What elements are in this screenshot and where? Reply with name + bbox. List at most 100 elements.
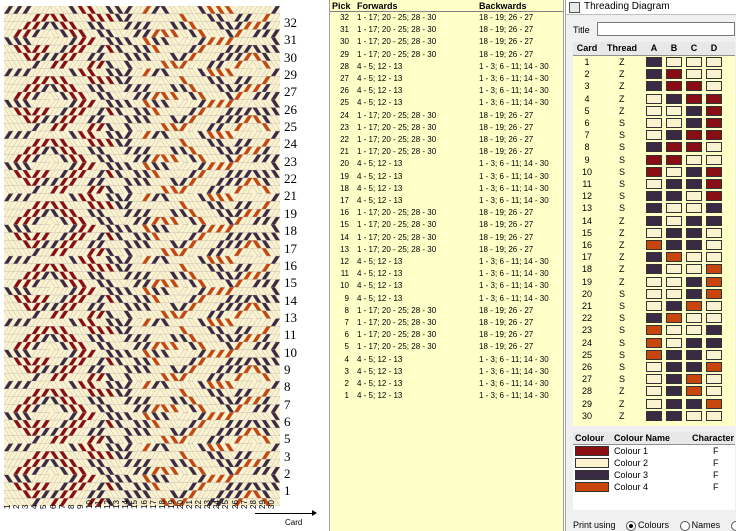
threading-row[interactable]: 2Z bbox=[573, 68, 735, 80]
threading-row[interactable]: 17 Z bbox=[573, 251, 735, 263]
colour-swatch[interactable] bbox=[575, 446, 609, 456]
hole-d-colour-cell[interactable] bbox=[706, 69, 722, 80]
sequence-row[interactable]: 10 4 - 5; 12 - 13 1 - 3; 6 - 11; 14 - 30 bbox=[330, 280, 563, 292]
thread-direction[interactable]: S bbox=[619, 166, 644, 178]
hole-a-colour-cell[interactable] bbox=[646, 398, 662, 409]
hole-d-colour-cell[interactable] bbox=[706, 301, 722, 311]
hole-d-colour-cell[interactable] bbox=[706, 240, 722, 250]
sequence-row[interactable]: 31 1 - 17; 20 - 25; 28 - 30 18 - 19; 26 - … bbox=[330, 24, 563, 36]
threading-row[interactable]: 12 S bbox=[573, 190, 735, 202]
sequence-row[interactable]: 6 1 - 17; 20 - 25; 28 - 30 18 - 19; 26 - 2… bbox=[330, 329, 563, 341]
hole-a-colour-cell[interactable] bbox=[646, 252, 662, 263]
thread-direction[interactable]: S bbox=[619, 190, 644, 202]
sequence-row[interactable]: 13 1 - 17; 20 - 25; 28 - 30 18 - 19; 26 - … bbox=[330, 244, 563, 256]
hole-b-colour-cell[interactable] bbox=[666, 57, 682, 67]
hole-a-colour-cell[interactable] bbox=[646, 142, 662, 153]
hole-a-colour-cell[interactable] bbox=[646, 105, 662, 116]
hole-a-colour-cell[interactable] bbox=[646, 179, 662, 189]
hole-a-colour-cell[interactable] bbox=[646, 349, 662, 360]
hole-d-colour-cell[interactable] bbox=[706, 154, 722, 165]
threading-row[interactable]: 26 S bbox=[573, 361, 735, 373]
hole-a-colour-cell[interactable] bbox=[646, 215, 662, 226]
colour-row[interactable]: Colour 1 F bbox=[573, 445, 735, 457]
sequence-row[interactable]: 12 4 - 5; 12 - 13 1 - 3; 6 - 11; 14 - 30 bbox=[330, 256, 563, 268]
hole-b-colour-cell[interactable] bbox=[666, 179, 682, 189]
thread-direction[interactable]: S bbox=[619, 178, 644, 190]
hole-a-colour-cell[interactable] bbox=[646, 191, 662, 202]
threading-row[interactable]: 11 S bbox=[573, 178, 735, 190]
sequence-row[interactable]: 5 1 - 17; 20 - 25; 28 - 30 18 - 19; 26 - 2… bbox=[330, 341, 563, 353]
window-titlebar[interactable]: Threading Diagram bbox=[566, 0, 736, 15]
header-pick[interactable]: Pick bbox=[332, 1, 351, 11]
thread-direction[interactable]: Z bbox=[619, 385, 644, 397]
sequence-row[interactable]: 28 4 - 5; 12 - 13 1 - 3; 6 - 11; 14 - 30 bbox=[330, 61, 563, 73]
hole-c-colour-cell[interactable] bbox=[686, 362, 702, 372]
header-backwards[interactable]: Backwards bbox=[479, 1, 527, 11]
hole-b-colour-cell[interactable] bbox=[666, 386, 682, 397]
threading-row[interactable]: 7S bbox=[573, 129, 735, 141]
hole-d-colour-cell[interactable] bbox=[706, 398, 722, 409]
thread-direction[interactable]: Z bbox=[619, 263, 644, 275]
sequence-row[interactable]: 23 1 - 17; 20 - 25; 28 - 30 18 - 19; 26 - … bbox=[330, 122, 563, 134]
sequence-row[interactable]: 9 4 - 5; 12 - 13 1 - 3; 6 - 11; 14 - 30 bbox=[330, 293, 563, 305]
thread-direction[interactable]: Z bbox=[619, 105, 644, 117]
radio-colours-label[interactable]: Colours bbox=[638, 520, 669, 530]
hole-c-colour-cell[interactable] bbox=[686, 118, 702, 128]
hole-d-colour-cell[interactable] bbox=[706, 288, 722, 299]
sequence-row[interactable]: 15 1 - 17; 20 - 25; 28 - 30 18 - 19; 26 - … bbox=[330, 219, 563, 231]
hole-c-colour-cell[interactable] bbox=[686, 154, 702, 165]
sequence-row[interactable]: 26 4 - 5; 12 - 13 1 - 3; 6 - 11; 14 - 30 bbox=[330, 85, 563, 97]
sequence-row[interactable]: 8 1 - 17; 20 - 25; 28 - 30 18 - 19; 26 - 2… bbox=[330, 305, 563, 317]
sequence-row[interactable]: 22 1 - 17; 20 - 25; 28 - 30 18 - 19; 26 - … bbox=[330, 134, 563, 146]
thread-direction[interactable]: S bbox=[619, 312, 644, 324]
thread-direction[interactable]: S bbox=[619, 202, 644, 214]
threading-row[interactable]: 22 S bbox=[573, 312, 735, 324]
hole-b-colour-cell[interactable] bbox=[666, 81, 682, 92]
thread-direction[interactable]: S bbox=[619, 154, 644, 166]
sequence-row[interactable]: 24 1 - 17; 20 - 25; 28 - 30 18 - 19; 26 - … bbox=[330, 110, 563, 122]
hole-c-colour-cell[interactable] bbox=[686, 191, 702, 202]
sequence-row[interactable]: 21 1 - 17; 20 - 25; 28 - 30 18 - 19; 26 - … bbox=[330, 146, 563, 158]
sequence-row[interactable]: 29 1 - 17; 20 - 25; 28 - 30 18 - 19; 26 - … bbox=[330, 49, 563, 61]
hole-a-colour-cell[interactable] bbox=[646, 203, 662, 214]
hole-d-colour-cell[interactable] bbox=[706, 227, 722, 238]
colour-swatch[interactable] bbox=[575, 482, 609, 492]
hole-a-colour-cell[interactable] bbox=[646, 374, 662, 385]
threading-row[interactable]: 16 Z bbox=[573, 239, 735, 251]
thread-direction[interactable]: Z bbox=[619, 398, 644, 410]
hole-d-colour-cell[interactable] bbox=[706, 374, 722, 385]
hole-b-colour-cell[interactable] bbox=[666, 130, 682, 141]
hole-c-colour-cell[interactable] bbox=[686, 288, 702, 299]
hole-c-colour-cell[interactable] bbox=[686, 374, 702, 385]
hole-a-colour-cell[interactable] bbox=[646, 362, 662, 372]
hole-a-colour-cell[interactable] bbox=[646, 69, 662, 80]
hole-d-colour-cell[interactable] bbox=[706, 166, 722, 177]
hole-d-colour-cell[interactable] bbox=[706, 325, 722, 336]
colour-swatch[interactable] bbox=[575, 458, 609, 468]
thread-direction[interactable]: Z bbox=[619, 215, 644, 227]
thread-direction[interactable]: Z bbox=[619, 410, 644, 422]
threading-row[interactable]: 9S bbox=[573, 154, 735, 166]
threading-row[interactable]: 21 S bbox=[573, 300, 735, 312]
hole-b-colour-cell[interactable] bbox=[666, 288, 682, 299]
hole-a-colour-cell[interactable] bbox=[646, 288, 662, 299]
hole-b-colour-cell[interactable] bbox=[666, 301, 682, 311]
thread-direction[interactable]: S bbox=[619, 129, 644, 141]
hole-b-colour-cell[interactable] bbox=[666, 325, 682, 336]
hole-c-colour-cell[interactable] bbox=[686, 215, 702, 226]
thread-direction[interactable]: Z bbox=[619, 56, 644, 68]
thread-direction[interactable]: Z bbox=[619, 276, 644, 288]
hole-a-colour-cell[interactable] bbox=[646, 57, 662, 67]
threading-row[interactable]: 8S bbox=[573, 141, 735, 153]
threading-grid[interactable]: Card Thread A B C D 1 Z 2 Z 3 Z 4 Z 5 Z 6 S 7 S 8 S 9 S 10… bbox=[573, 42, 735, 426]
hole-d-colour-cell[interactable] bbox=[706, 81, 722, 92]
radio-c[interactable] bbox=[730, 520, 736, 531]
threading-row[interactable]: 1Z bbox=[573, 56, 735, 68]
threading-row[interactable]: 24 S bbox=[573, 337, 735, 349]
hole-c-colour-cell[interactable] bbox=[686, 57, 702, 67]
hole-a-colour-cell[interactable] bbox=[646, 264, 662, 275]
sequence-row[interactable]: 2 4 - 5; 12 - 13 1 - 3; 6 - 11; 14 - 30 bbox=[330, 378, 563, 390]
thread-direction[interactable]: S bbox=[619, 373, 644, 385]
hole-c-colour-cell[interactable] bbox=[686, 252, 702, 263]
thread-direction[interactable]: S bbox=[619, 117, 644, 129]
